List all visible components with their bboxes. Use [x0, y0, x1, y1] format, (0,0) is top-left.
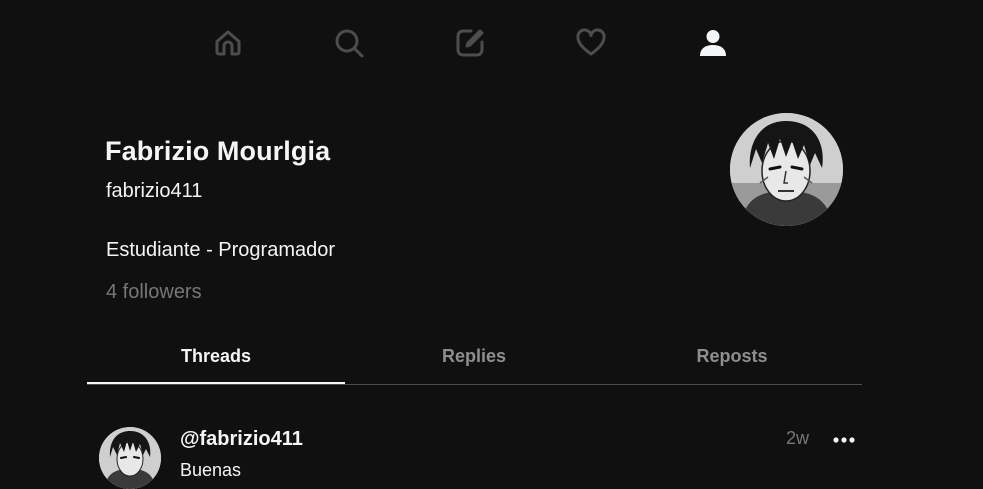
post-content: Buenas [180, 460, 242, 480]
more-options-button[interactable] [832, 433, 856, 447]
nav-profile[interactable] [696, 26, 730, 60]
tab-replies[interactable]: Replies [345, 330, 603, 383]
heart-icon [576, 28, 606, 56]
profile-bio: Estudiante - Programador [106, 239, 336, 261]
nav-search[interactable] [332, 26, 366, 60]
profile-avatar[interactable] [730, 113, 843, 226]
profile-tabs: Threads Replies Reposts [87, 330, 862, 385]
compose-icon [456, 29, 484, 57]
more-icon [833, 437, 855, 443]
post-timestamp: 2w [786, 428, 810, 448]
nav-activity[interactable] [574, 26, 608, 60]
post-author-avatar[interactable] [99, 427, 161, 489]
nav-home[interactable] [211, 26, 245, 60]
top-navigation [0, 0, 983, 86]
tab-threads[interactable]: Threads [87, 330, 345, 384]
followers-count[interactable]: 4 followers [106, 281, 202, 304]
search-icon [335, 29, 364, 58]
thread-post[interactable]: @fabrizio411 Buenas 2w [87, 418, 862, 489]
post-username[interactable]: @fabrizio411 [180, 428, 303, 451]
user-icon [700, 30, 726, 56]
profile-name: Fabrizio Mourlgia [105, 136, 331, 166]
tab-reposts[interactable]: Reposts [603, 330, 861, 383]
home-icon [215, 30, 241, 56]
profile-username: fabrizio411 [106, 180, 203, 202]
nav-compose[interactable] [453, 26, 487, 60]
